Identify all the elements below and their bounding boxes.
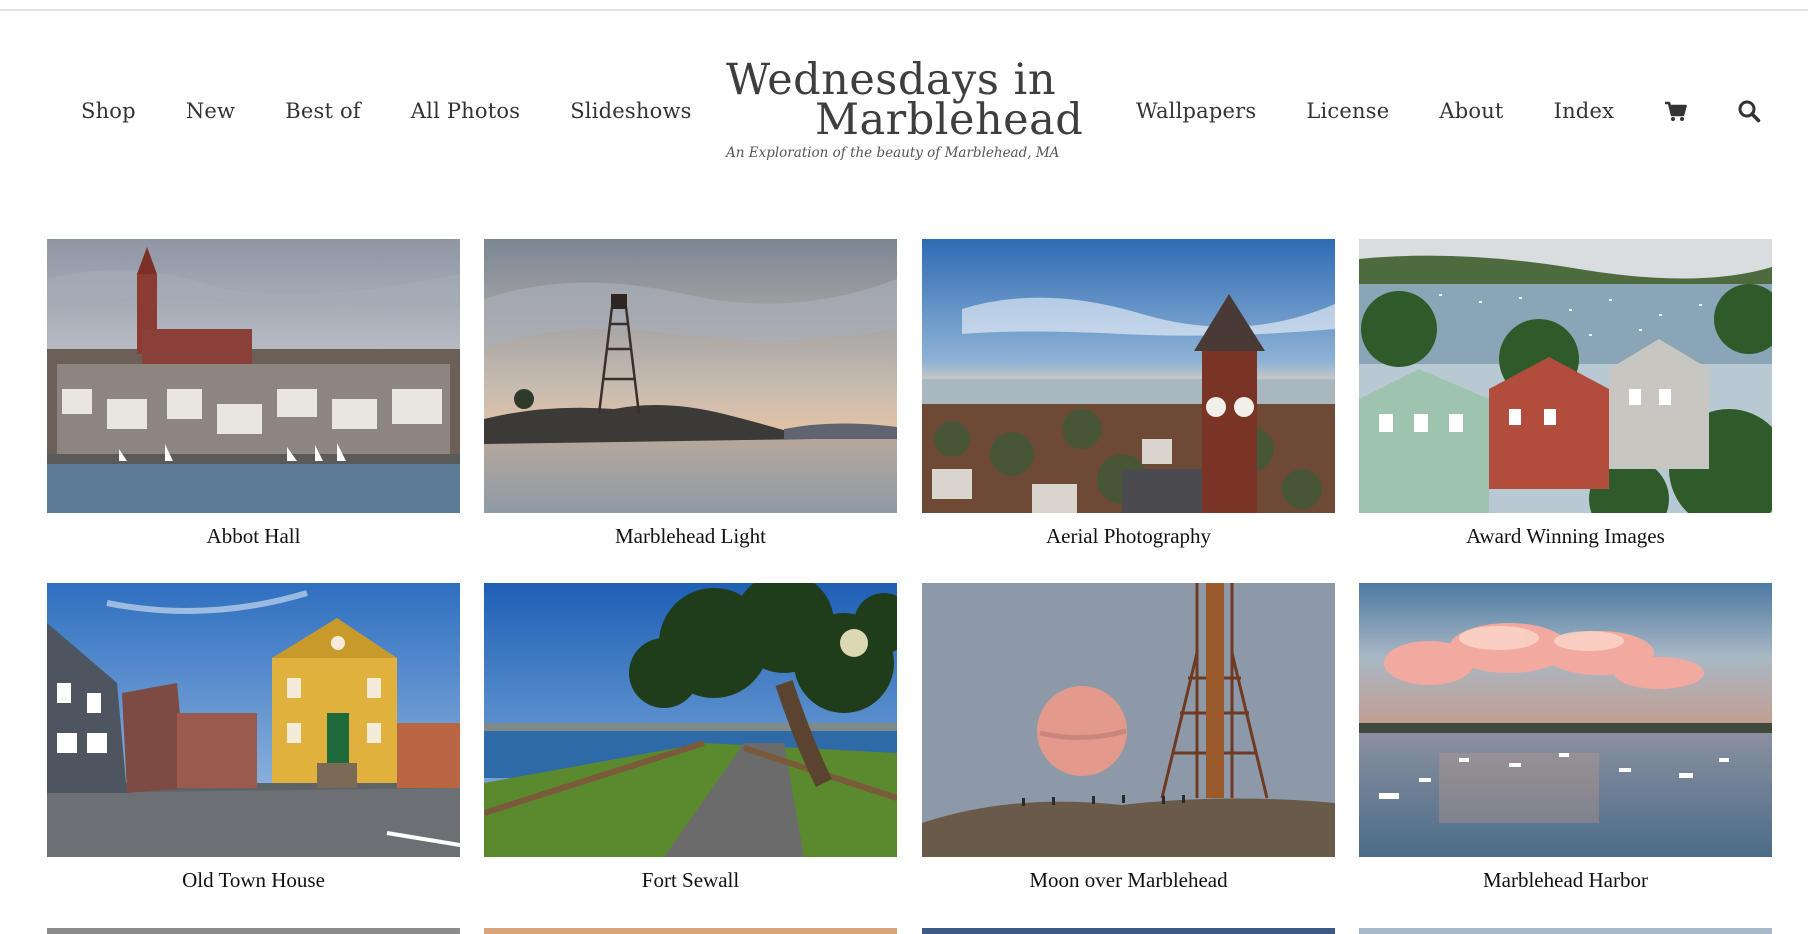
gallery-thumbnail[interactable] (484, 583, 897, 857)
main-nav-left: Shop New Best of All Photos Slideshows (81, 96, 692, 126)
logo-tagline: An Exploration of the beauty of Marblehe… (726, 145, 1060, 161)
gallery-thumbnail-partial[interactable] (484, 928, 897, 934)
nav-shop[interactable]: Shop (81, 96, 136, 126)
gallery-thumbnail[interactable] (922, 239, 1335, 513)
gallery-thumbnail[interactable] (47, 239, 460, 513)
gallery-thumbnail-partial[interactable] (1359, 928, 1772, 934)
gallery-item[interactable]: Old Town House (47, 583, 460, 894)
gallery-thumbnail-partial[interactable] (922, 928, 1335, 934)
gallery-thumbnail[interactable] (922, 583, 1335, 857)
gallery-item[interactable]: Moon over Marblehead (922, 583, 1335, 894)
nav-index[interactable]: Index (1554, 96, 1615, 126)
nav-about[interactable]: About (1439, 96, 1503, 126)
nav-license[interactable]: License (1306, 96, 1389, 126)
gallery-item[interactable]: Abbot Hall (47, 239, 460, 550)
search-icon[interactable] (1737, 96, 1761, 126)
nav-slideshows[interactable]: Slideshows (570, 96, 691, 126)
nav-new[interactable]: New (186, 96, 235, 126)
gallery-title[interactable]: Award Winning Images (1359, 522, 1772, 550)
nav-best-of[interactable]: Best of (285, 96, 361, 126)
gallery-item[interactable]: Award Winning Images (1359, 239, 1772, 550)
gallery-title[interactable]: Moon over Marblehead (922, 866, 1335, 894)
gallery-title[interactable]: Fort Sewall (484, 866, 897, 894)
gallery-title[interactable]: Old Town House (47, 866, 460, 894)
gallery-thumbnail[interactable] (1359, 239, 1772, 513)
gallery-item[interactable]: Marblehead Harbor (1359, 583, 1772, 894)
logo-line-2: Marblehead (815, 95, 1084, 145)
gallery-thumbnail[interactable] (1359, 583, 1772, 857)
gallery-thumbnail[interactable] (47, 583, 460, 857)
gallery-item[interactable]: Marblehead Light (484, 239, 897, 550)
top-divider (0, 9, 1808, 11)
gallery-thumbnail-partial[interactable] (47, 928, 460, 934)
gallery-title[interactable]: Aerial Photography (922, 522, 1335, 550)
nav-wallpapers[interactable]: Wallpapers (1136, 96, 1256, 126)
gallery-title[interactable]: Marblehead Harbor (1359, 866, 1772, 894)
main-nav-right: Wallpapers License About Index (1136, 96, 1761, 126)
gallery-title[interactable]: Abbot Hall (47, 522, 460, 550)
cart-icon[interactable] (1664, 96, 1687, 126)
gallery-thumbnail[interactable] (484, 239, 897, 513)
gallery-item[interactable]: Fort Sewall (484, 583, 897, 894)
gallery-title[interactable]: Marblehead Light (484, 522, 897, 550)
gallery-item[interactable]: Aerial Photography (922, 239, 1335, 550)
nav-all-photos[interactable]: All Photos (411, 96, 520, 126)
